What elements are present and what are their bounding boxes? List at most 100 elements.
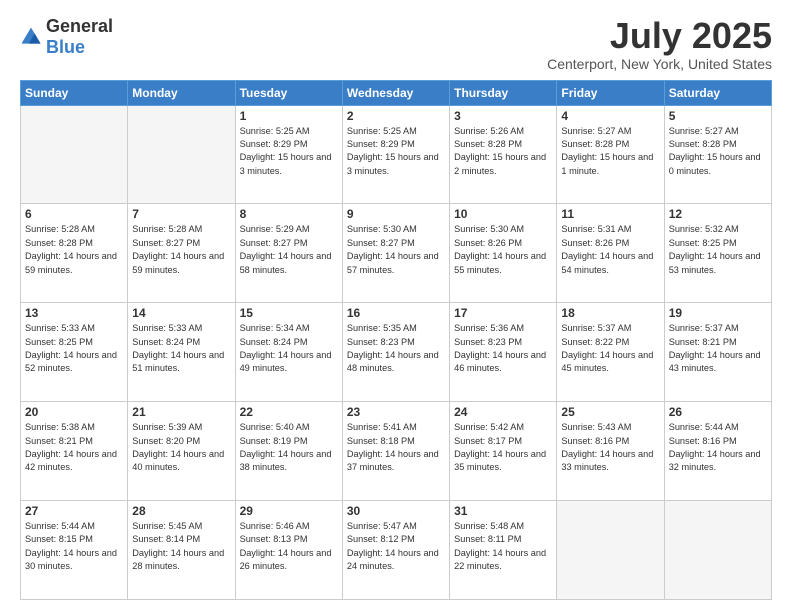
- day-info: Sunrise: 5:41 AMSunset: 8:18 PMDaylight:…: [347, 421, 445, 474]
- day-number: 25: [561, 405, 659, 419]
- day-info: Sunrise: 5:35 AMSunset: 8:23 PMDaylight:…: [347, 322, 445, 375]
- day-number: 1: [240, 109, 338, 123]
- day-number: 6: [25, 207, 123, 221]
- calendar-day: [128, 105, 235, 204]
- day-number: 18: [561, 306, 659, 320]
- calendar-day: 31 Sunrise: 5:48 AMSunset: 8:11 PMDayligh…: [450, 501, 557, 600]
- calendar-day: 5 Sunrise: 5:27 AMSunset: 8:28 PMDaylight…: [664, 105, 771, 204]
- calendar-day: 12Sunrise: 5:32 AMSunset: 8:25 PMDayligh…: [664, 204, 771, 303]
- day-info: Sunrise: 5:25 AMSunset: 8:29 PMDaylight:…: [347, 125, 445, 178]
- day-number: 10: [454, 207, 552, 221]
- day-number: 15: [240, 306, 338, 320]
- calendar-header-sunday: Sunday: [21, 80, 128, 105]
- day-number: 2: [347, 109, 445, 123]
- calendar-day: 6 Sunrise: 5:28 AMSunset: 8:28 PMDaylight…: [21, 204, 128, 303]
- logo-text: General Blue: [46, 16, 113, 58]
- calendar-day: 23 Sunrise: 5:41 AMSunset: 8:18 PMDayligh…: [342, 402, 449, 501]
- calendar-table: SundayMondayTuesdayWednesdayThursdayFrid…: [20, 80, 772, 600]
- day-info: Sunrise: 5:48 AMSunset: 8:11 PMDaylight:…: [454, 520, 552, 573]
- day-number: 7: [132, 207, 230, 221]
- calendar-day: 3Sunrise: 5:26 AMSunset: 8:28 PMDaylight…: [450, 105, 557, 204]
- calendar-header-monday: Monday: [128, 80, 235, 105]
- day-number: 17: [454, 306, 552, 320]
- calendar-day: 29 Sunrise: 5:46 AMSunset: 8:13 PMDayligh…: [235, 501, 342, 600]
- day-info: Sunrise: 5:30 AMSunset: 8:27 PMDaylight:…: [347, 223, 445, 276]
- calendar-week-3: 13 Sunrise: 5:33 AMSunset: 8:25 PMDayligh…: [21, 303, 772, 402]
- calendar-header-wednesday: Wednesday: [342, 80, 449, 105]
- day-number: 21: [132, 405, 230, 419]
- day-number: 31: [454, 504, 552, 518]
- day-number: 30: [347, 504, 445, 518]
- logo-blue: Blue: [46, 37, 85, 57]
- day-info: Sunrise: 5:34 AMSunset: 8:24 PMDaylight:…: [240, 322, 338, 375]
- day-info: Sunrise: 5:39 AMSunset: 8:20 PMDaylight:…: [132, 421, 230, 474]
- calendar-day: 4Sunrise: 5:27 AMSunset: 8:28 PMDaylight…: [557, 105, 664, 204]
- page: General Blue July 2025 Centerport, New Y…: [0, 0, 792, 612]
- day-info: Sunrise: 5:37 AMSunset: 8:22 PMDaylight:…: [561, 322, 659, 375]
- day-info: Sunrise: 5:38 AMSunset: 8:21 PMDaylight:…: [25, 421, 123, 474]
- day-info: Sunrise: 5:26 AMSunset: 8:28 PMDaylight:…: [454, 125, 552, 178]
- day-info: Sunrise: 5:28 AMSunset: 8:27 PMDaylight:…: [132, 223, 230, 276]
- day-info: Sunrise: 5:44 AMSunset: 8:15 PMDaylight:…: [25, 520, 123, 573]
- calendar-week-1: 1 Sunrise: 5:25 AMSunset: 8:29 PMDaylight…: [21, 105, 772, 204]
- calendar-day: 14 Sunrise: 5:33 AMSunset: 8:24 PMDayligh…: [128, 303, 235, 402]
- day-info: Sunrise: 5:43 AMSunset: 8:16 PMDaylight:…: [561, 421, 659, 474]
- day-info: Sunrise: 5:31 AMSunset: 8:26 PMDaylight:…: [561, 223, 659, 276]
- calendar-week-2: 6 Sunrise: 5:28 AMSunset: 8:28 PMDaylight…: [21, 204, 772, 303]
- calendar-day: 20 Sunrise: 5:38 AMSunset: 8:21 PMDayligh…: [21, 402, 128, 501]
- calendar-day: 25 Sunrise: 5:43 AMSunset: 8:16 PMDayligh…: [557, 402, 664, 501]
- calendar-day: 2 Sunrise: 5:25 AMSunset: 8:29 PMDaylight…: [342, 105, 449, 204]
- calendar-header-saturday: Saturday: [664, 80, 771, 105]
- day-info: Sunrise: 5:33 AMSunset: 8:25 PMDaylight:…: [25, 322, 123, 375]
- calendar-header-tuesday: Tuesday: [235, 80, 342, 105]
- calendar-day: 9 Sunrise: 5:30 AMSunset: 8:27 PMDaylight…: [342, 204, 449, 303]
- day-info: Sunrise: 5:37 AMSunset: 8:21 PMDaylight:…: [669, 322, 767, 375]
- calendar-day: 11 Sunrise: 5:31 AMSunset: 8:26 PMDayligh…: [557, 204, 664, 303]
- day-info: Sunrise: 5:47 AMSunset: 8:12 PMDaylight:…: [347, 520, 445, 573]
- calendar-day: 7 Sunrise: 5:28 AMSunset: 8:27 PMDaylight…: [128, 204, 235, 303]
- day-number: 22: [240, 405, 338, 419]
- day-number: 20: [25, 405, 123, 419]
- day-number: 16: [347, 306, 445, 320]
- calendar-day: 26Sunrise: 5:44 AMSunset: 8:16 PMDayligh…: [664, 402, 771, 501]
- day-info: Sunrise: 5:40 AMSunset: 8:19 PMDaylight:…: [240, 421, 338, 474]
- day-number: 8: [240, 207, 338, 221]
- calendar-day: 13 Sunrise: 5:33 AMSunset: 8:25 PMDayligh…: [21, 303, 128, 402]
- header: General Blue July 2025 Centerport, New Y…: [20, 16, 772, 72]
- calendar-day: [21, 105, 128, 204]
- calendar-day: 17 Sunrise: 5:36 AMSunset: 8:23 PMDayligh…: [450, 303, 557, 402]
- day-info: Sunrise: 5:29 AMSunset: 8:27 PMDaylight:…: [240, 223, 338, 276]
- day-info: Sunrise: 5:36 AMSunset: 8:23 PMDaylight:…: [454, 322, 552, 375]
- calendar-day: 27Sunrise: 5:44 AMSunset: 8:15 PMDayligh…: [21, 501, 128, 600]
- calendar-header-row: SundayMondayTuesdayWednesdayThursdayFrid…: [21, 80, 772, 105]
- day-number: 5: [669, 109, 767, 123]
- logo-icon: [20, 26, 42, 48]
- calendar-day: 19 Sunrise: 5:37 AMSunset: 8:21 PMDayligh…: [664, 303, 771, 402]
- day-number: 23: [347, 405, 445, 419]
- day-info: Sunrise: 5:28 AMSunset: 8:28 PMDaylight:…: [25, 223, 123, 276]
- day-number: 26: [669, 405, 767, 419]
- day-number: 28: [132, 504, 230, 518]
- calendar-day: 1Sunrise: 5:25 AMSunset: 8:29 PMDaylight…: [235, 105, 342, 204]
- day-number: 12: [669, 207, 767, 221]
- calendar-day: 8 Sunrise: 5:29 AMSunset: 8:27 PMDaylight…: [235, 204, 342, 303]
- day-number: 24: [454, 405, 552, 419]
- calendar-day: 22 Sunrise: 5:40 AMSunset: 8:19 PMDayligh…: [235, 402, 342, 501]
- day-info: Sunrise: 5:33 AMSunset: 8:24 PMDaylight:…: [132, 322, 230, 375]
- calendar-day: 21 Sunrise: 5:39 AMSunset: 8:20 PMDayligh…: [128, 402, 235, 501]
- day-number: 9: [347, 207, 445, 221]
- day-info: Sunrise: 5:46 AMSunset: 8:13 PMDaylight:…: [240, 520, 338, 573]
- calendar-week-4: 20 Sunrise: 5:38 AMSunset: 8:21 PMDayligh…: [21, 402, 772, 501]
- day-info: Sunrise: 5:27 AMSunset: 8:28 PMDaylight:…: [669, 125, 767, 178]
- day-info: Sunrise: 5:42 AMSunset: 8:17 PMDaylight:…: [454, 421, 552, 474]
- day-number: 29: [240, 504, 338, 518]
- day-info: Sunrise: 5:45 AMSunset: 8:14 PMDaylight:…: [132, 520, 230, 573]
- day-number: 11: [561, 207, 659, 221]
- logo-general: General: [46, 16, 113, 36]
- day-number: 19: [669, 306, 767, 320]
- day-number: 13: [25, 306, 123, 320]
- calendar-day: 16 Sunrise: 5:35 AMSunset: 8:23 PMDayligh…: [342, 303, 449, 402]
- calendar-day: 18 Sunrise: 5:37 AMSunset: 8:22 PMDayligh…: [557, 303, 664, 402]
- calendar-day: 10Sunrise: 5:30 AMSunset: 8:26 PMDayligh…: [450, 204, 557, 303]
- day-number: 14: [132, 306, 230, 320]
